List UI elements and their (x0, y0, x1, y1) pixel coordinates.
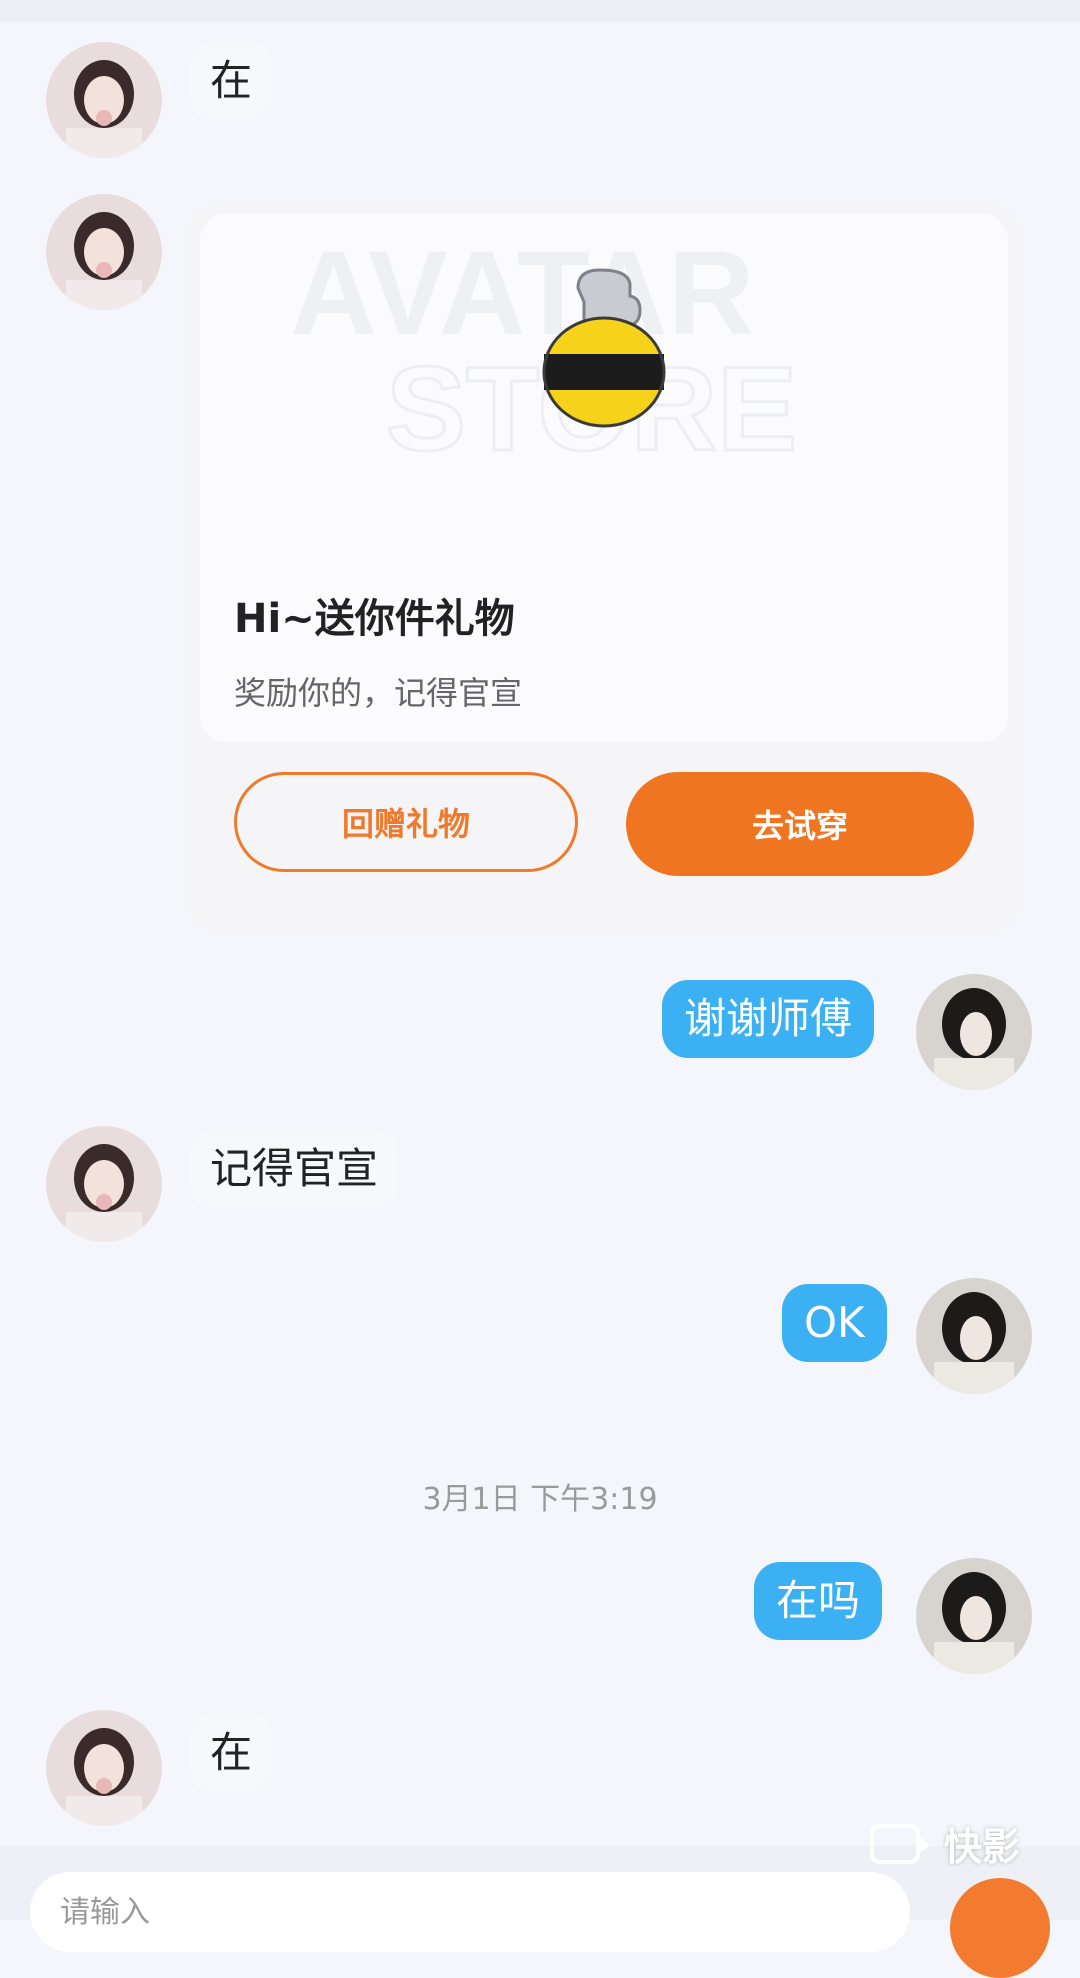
user-avatar[interactable] (916, 974, 1032, 1090)
user-avatar[interactable] (916, 1278, 1032, 1394)
contact-avatar[interactable] (46, 1710, 162, 1826)
user-avatar[interactable] (916, 1558, 1032, 1674)
try-on-button[interactable]: 去试穿 (626, 772, 974, 876)
contact-avatar[interactable] (46, 1126, 162, 1242)
store-watermark-line1: AVATAR (290, 226, 754, 360)
gift-title: Hi~送你件礼物 (234, 596, 515, 642)
message-bubble-outgoing[interactable]: 在吗 (754, 1562, 883, 1640)
message-bubble-incoming[interactable]: 记得官宣 (190, 1130, 399, 1208)
gift-preview-image: AVATAR STORE (200, 214, 1008, 742)
message-bubble-incoming[interactable]: 在 (190, 1714, 273, 1792)
message-input[interactable] (30, 1872, 910, 1952)
return-gift-button[interactable]: 回赠礼物 (234, 772, 578, 872)
status-strip (0, 0, 1080, 22)
contact-avatar[interactable] (46, 194, 162, 310)
send-button[interactable] (950, 1878, 1050, 1978)
watermark-brand: 快影 (944, 1825, 1021, 1869)
camera-icon (870, 1823, 930, 1864)
gift-subtitle: 奖励你的，记得官宣 (234, 674, 523, 712)
video-watermark: 快影 (870, 1816, 1020, 1871)
chat-timestamp: 3月1日 下午3:19 (422, 1482, 658, 1517)
gift-card[interactable]: AVATAR STORE Hi~送你件礼物 奖励你的，记得官宣 回赠礼物 去试穿 (188, 202, 1020, 934)
message-bubble-outgoing[interactable]: 谢谢师傅 (662, 980, 875, 1058)
message-bubble-outgoing[interactable]: OK (782, 1284, 887, 1362)
message-bubble-incoming[interactable]: 在 (190, 42, 273, 120)
contact-avatar[interactable] (46, 42, 162, 158)
